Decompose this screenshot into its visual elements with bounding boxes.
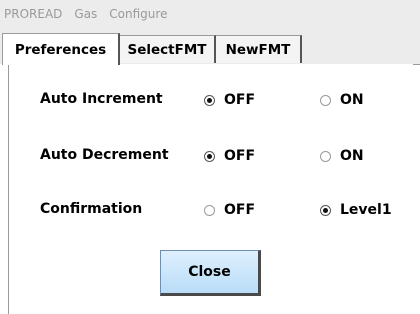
auto-increment-label: Auto Increment (40, 91, 163, 107)
auto-decrement-on-label: ON (340, 148, 364, 164)
menu-bar: PROREAD Gas Configure (0, 0, 420, 29)
confirmation-off-radio[interactable]: OFF (204, 202, 255, 218)
tab-selectfmt[interactable]: SelectFMT (120, 35, 216, 63)
menu-item-gas[interactable]: Gas (68, 7, 103, 21)
menu-item-proread[interactable]: PROREAD (0, 7, 68, 21)
auto-increment-off-label: OFF (224, 92, 256, 108)
auto-increment-on-radio[interactable]: ON (320, 92, 364, 108)
confirmation-level1-radio[interactable]: Level1 (320, 202, 392, 218)
auto-decrement-on-radio[interactable]: ON (320, 148, 364, 164)
confirmation-label: Confirmation (40, 201, 143, 217)
auto-decrement-off-label: OFF (224, 148, 256, 164)
auto-increment-on-label: ON (340, 92, 364, 108)
radio-selected-icon (204, 150, 215, 162)
radio-unselected-icon (320, 150, 331, 162)
confirmation-level1-label: Level1 (340, 202, 392, 218)
radio-unselected-icon (320, 94, 331, 106)
tab-strip: Preferences SelectFMT NewFMT (0, 28, 420, 65)
auto-decrement-label: Auto Decrement (40, 147, 169, 163)
confirmation-off-label: OFF (224, 202, 256, 218)
preferences-window: PROREAD Gas Configure Preferences Select… (0, 0, 420, 314)
auto-decrement-off-radio[interactable]: OFF (204, 148, 255, 164)
radio-selected-icon (320, 204, 331, 216)
close-button[interactable]: Close (160, 250, 261, 296)
auto-increment-off-radio[interactable]: OFF (204, 92, 255, 108)
tab-preferences[interactable]: Preferences (2, 33, 120, 65)
tab-newfmt[interactable]: NewFMT (216, 35, 302, 63)
radio-selected-icon (204, 94, 215, 106)
menu-item-configure[interactable]: Configure (103, 7, 173, 21)
radio-unselected-icon (204, 204, 215, 216)
